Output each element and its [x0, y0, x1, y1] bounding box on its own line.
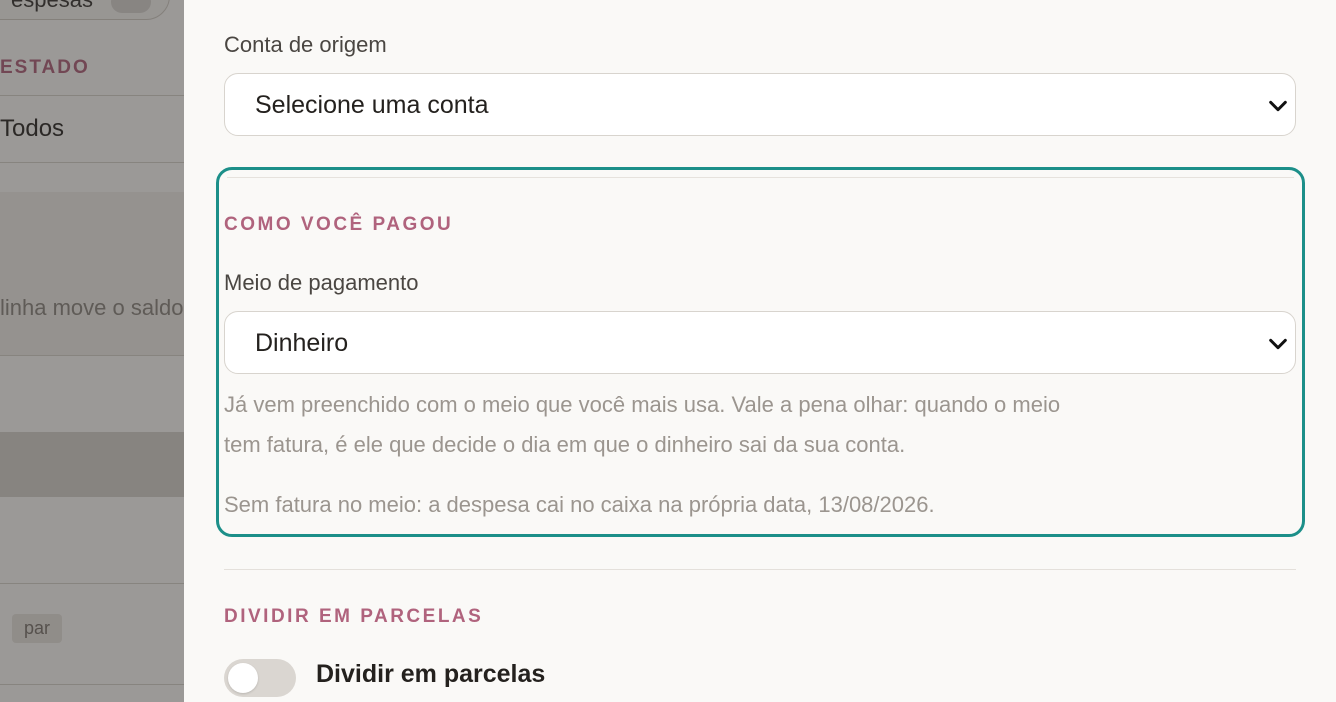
meio-pagamento-help-line-2: tem fatura, é ele que decide o dia em qu… [224, 432, 906, 457]
parcelas-section-title: DIVIDIR EM PARCELAS [224, 606, 484, 627]
conta-origem-value: Selecione uma conta [255, 91, 489, 119]
new-expense-panel: Conta de origem Selecione uma conta COMO… [184, 0, 1336, 702]
chevron-down-icon [1269, 338, 1287, 350]
meio-pagamento-label: Meio de pagamento [224, 270, 419, 295]
meio-pagamento-select[interactable]: Dinheiro [224, 311, 1296, 374]
divider [227, 177, 1294, 178]
toggle-knob [228, 663, 258, 693]
divider [224, 569, 1296, 570]
parcelas-toggle[interactable] [224, 659, 296, 697]
meio-pagamento-value: Dinheiro [255, 329, 349, 357]
fatura-note: Sem fatura no meio: a despesa cai no cai… [224, 492, 935, 517]
parcelas-toggle-label: Dividir em parcelas [316, 660, 546, 688]
modal-backdrop[interactable] [0, 0, 184, 702]
chevron-down-icon [1269, 100, 1287, 112]
conta-origem-label: Conta de origem [224, 32, 387, 57]
conta-origem-select[interactable]: Selecione uma conta [224, 73, 1296, 136]
pagamento-section-title: COMO VOCÊ PAGOU [224, 214, 454, 235]
meio-pagamento-help-line-1: Já vem preenchido com o meio que você ma… [224, 392, 1061, 417]
